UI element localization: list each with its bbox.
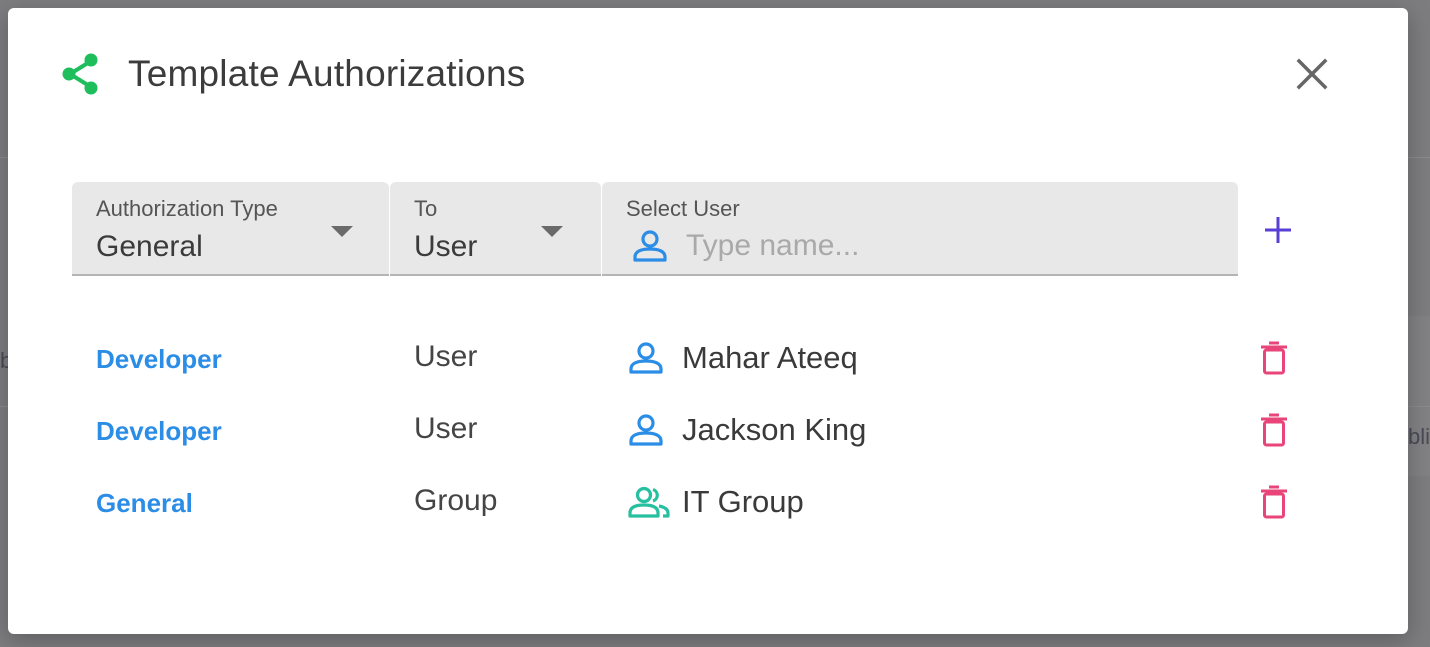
background-text: bli [1408, 424, 1430, 449]
select-user-label: Select User [626, 196, 740, 221]
dialog-title: Template Authorizations [128, 53, 526, 94]
dropdown-arrow-icon[interactable] [541, 226, 563, 237]
to-select[interactable]: To User [390, 182, 601, 276]
user-icon [628, 341, 664, 380]
close-button[interactable] [1286, 48, 1338, 100]
add-authorization-button[interactable] [1256, 208, 1300, 252]
share-icon [60, 52, 100, 96]
background-panel [1408, 316, 1430, 476]
authorization-row: General Group IT Group [8, 478, 1408, 528]
authorization-principal-name: IT Group [682, 484, 804, 519]
to-label: To [414, 196, 438, 221]
user-search-input[interactable] [686, 226, 1206, 266]
plus-icon [1265, 217, 1291, 243]
trash-icon [1261, 341, 1287, 375]
authorization-to: Group [414, 484, 498, 517]
to-value: User [414, 230, 478, 263]
dialog-header: Template Authorizations [60, 48, 525, 100]
authorization-to: User [414, 340, 478, 373]
group-icon [628, 485, 670, 524]
authorization-row: Developer User Mahar Ateeq [8, 334, 1408, 384]
user-icon [632, 229, 668, 268]
authorization-type-link[interactable]: Developer [96, 344, 222, 375]
authorization-principal-name: Jackson King [682, 412, 867, 447]
delete-button[interactable] [1256, 410, 1292, 450]
authorization-to: User [414, 412, 478, 445]
close-icon [1296, 58, 1328, 90]
delete-button[interactable] [1256, 338, 1292, 378]
trash-icon [1261, 485, 1287, 519]
authorization-type-select[interactable]: Authorization Type General [72, 182, 389, 276]
authorization-type-link[interactable]: Developer [96, 416, 222, 447]
authorization-principal-name: Mahar Ateeq [682, 340, 858, 375]
delete-button[interactable] [1256, 482, 1292, 522]
user-icon [628, 413, 664, 452]
authorization-type-value: General [96, 230, 203, 263]
dropdown-arrow-icon[interactable] [331, 226, 353, 237]
select-user-field[interactable]: Select User [602, 182, 1238, 276]
authorization-type-link[interactable]: General [96, 488, 193, 519]
authorization-type-label: Authorization Type [96, 196, 278, 221]
authorization-row: Developer User Jackson King [8, 406, 1408, 456]
trash-icon [1261, 413, 1287, 447]
template-authorizations-dialog: Template Authorizations Authorization Ty… [8, 8, 1408, 634]
